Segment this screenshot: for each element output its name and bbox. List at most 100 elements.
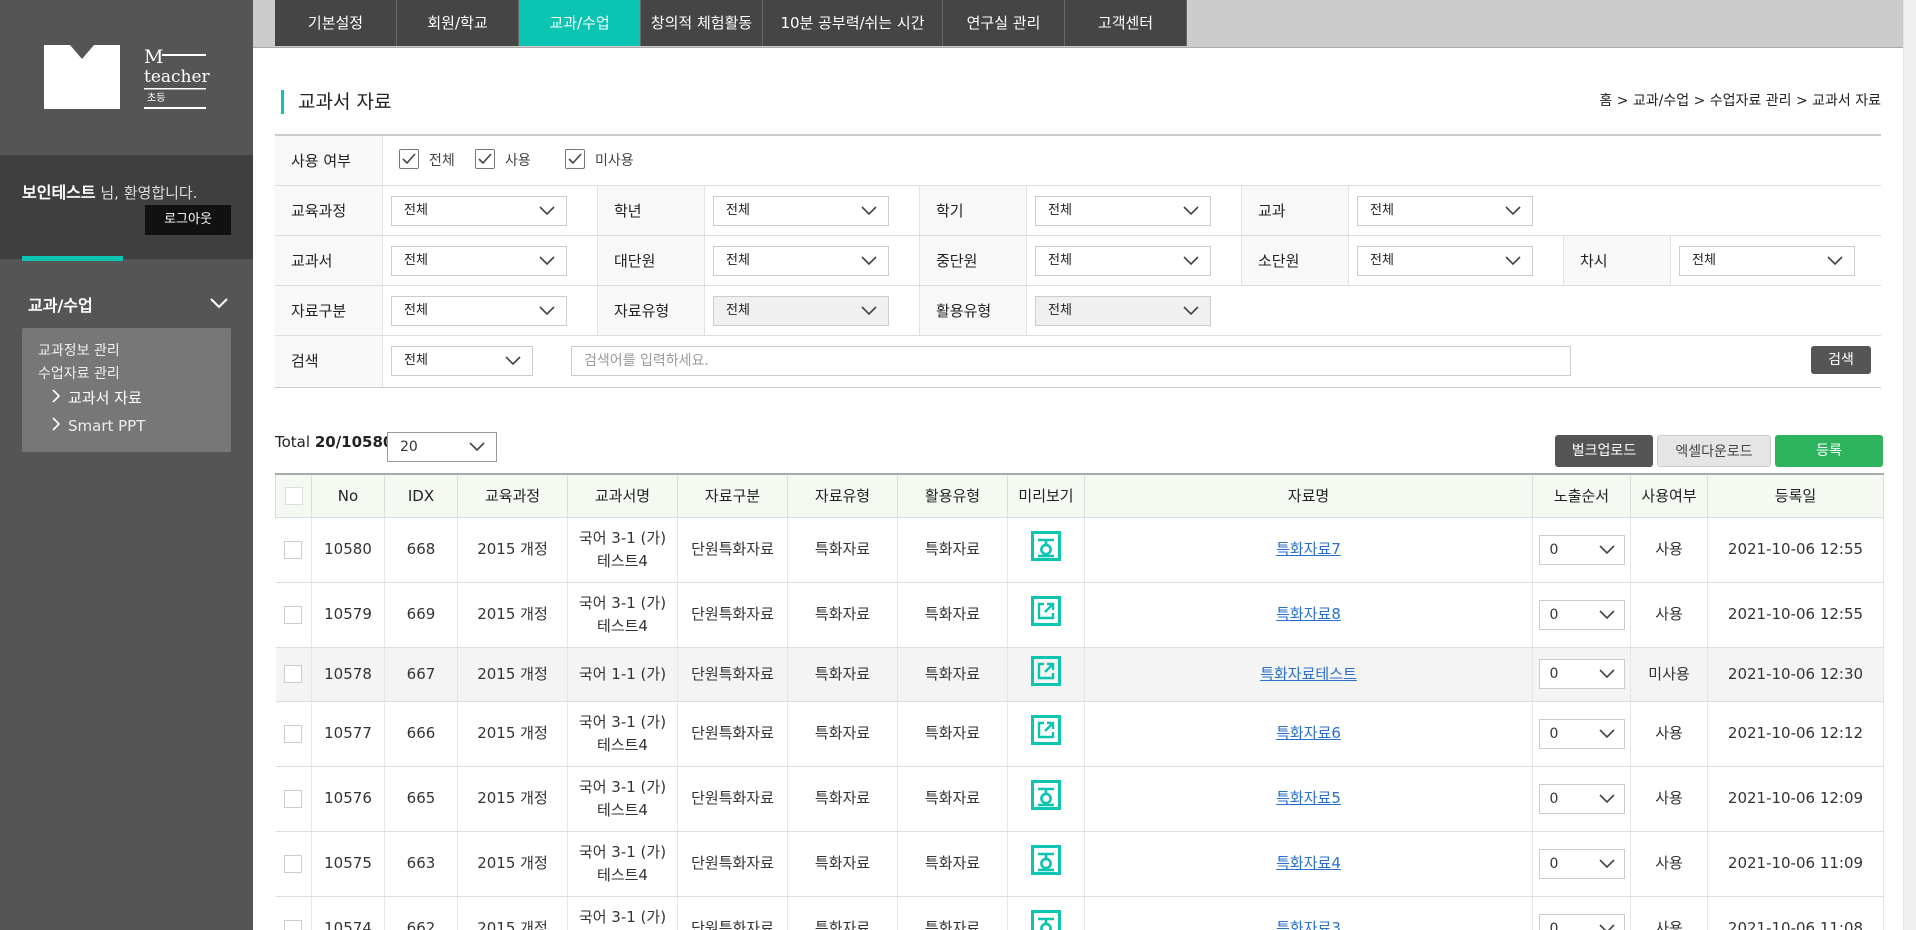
breadcrumb: 홈 > 교과/수업 > 수업자료 관리 > 교과서 자료 — [1599, 93, 1881, 109]
table-row[interactable]: 10579 669 2015 개정 국어 3-1 (가) 테스트4 단원특화자료 특화자료 특… — [275, 582, 1884, 648]
order-select[interactable]: 0 — [1538, 913, 1625, 930]
submenu-item-subject-info[interactable]: 교과정보 관리 — [38, 340, 120, 360]
textbook-select[interactable]: 전체 — [391, 246, 567, 276]
row-select-cell[interactable] — [275, 517, 312, 583]
textbook-name: 국어 3-1 (가) — [578, 907, 667, 926]
row-select-cell[interactable] — [275, 701, 312, 767]
checkbox-used[interactable]: 사용 — [475, 149, 531, 171]
table-row[interactable]: 10578 667 2015 개정 국어 1-1 (가) 단원특화자료 특화자료 특화자료 특… — [275, 647, 1884, 702]
small-unit-select[interactable]: 전체 — [1357, 246, 1533, 276]
cell-order: 0 — [1532, 701, 1631, 767]
search-button[interactable]: 검색 — [1811, 346, 1871, 374]
semester-select[interactable]: 전체 — [1035, 196, 1211, 226]
cell-material-type: 특화자료 — [787, 517, 898, 583]
row-select-cell[interactable] — [275, 831, 312, 897]
mid-unit-select[interactable]: 전체 — [1035, 246, 1211, 276]
register-button[interactable]: 등록 — [1775, 435, 1883, 467]
order-select[interactable]: 0 — [1538, 848, 1625, 879]
submenu-item-smart-ppt[interactable]: Smart PPT — [52, 417, 145, 435]
logout-button[interactable]: 로그아웃 — [145, 205, 231, 235]
external-link-preview-icon[interactable] — [1031, 596, 1061, 633]
tab-study-break[interactable]: 10분 공부력/쉬는 시간 — [763, 0, 943, 46]
grade-label: 학년 — [597, 186, 705, 235]
row-select-cell[interactable] — [275, 766, 312, 832]
material-type-select[interactable]: 전체 — [713, 296, 889, 326]
page-size-select[interactable]: 20 — [387, 432, 497, 462]
submenu-item-textbook-material[interactable]: 교과서 자료 — [52, 387, 142, 408]
order-select[interactable]: 0 — [1538, 534, 1625, 565]
cell-usage: 사용 — [1630, 517, 1708, 583]
material-name-link[interactable]: 특화자료5 — [1276, 789, 1341, 807]
tab-customer-center[interactable]: 고객센터 — [1065, 0, 1187, 46]
m-teacher-logo[interactable]: M teacher 초등 — [44, 45, 211, 111]
external-link-preview-icon[interactable] — [1031, 715, 1061, 752]
header-select-all[interactable] — [275, 473, 312, 518]
cell-idx: 668 — [384, 517, 458, 583]
submenu-item-material[interactable]: 수업자료 관리 — [38, 363, 120, 383]
period-select[interactable]: 전체 — [1679, 246, 1855, 276]
chevron-down-icon — [1504, 201, 1522, 230]
order-select[interactable]: 0 — [1538, 783, 1625, 814]
usage-type-select[interactable]: 전체 — [1035, 296, 1211, 326]
tab-lab-management[interactable]: 연구실 관리 — [943, 0, 1065, 46]
select-value: 전체 — [1370, 203, 1394, 218]
material-name-link[interactable]: 특화자료테스트 — [1260, 665, 1357, 683]
order-select[interactable]: 0 — [1538, 599, 1625, 630]
row-checkbox[interactable] — [284, 540, 303, 559]
cell-material-div: 단원특화자료 — [677, 766, 788, 832]
external-link-preview-icon[interactable] — [1031, 655, 1061, 693]
checkbox-unused[interactable]: 미사용 — [565, 149, 634, 171]
cell-material-type: 특화자료 — [787, 766, 898, 832]
download-preview-icon[interactable] — [1031, 910, 1061, 930]
table-row[interactable]: 105746622015 개정국어 3-1 (가)테스트4단원특화자료특화자료특… — [275, 896, 1884, 930]
material-name-link[interactable]: 특화자료8 — [1276, 605, 1341, 623]
bulk-upload-button[interactable]: 벌크업로드 — [1555, 435, 1653, 467]
grade-select[interactable]: 전체 — [713, 196, 889, 226]
order-select[interactable]: 0 — [1538, 659, 1625, 689]
big-unit-select[interactable]: 전체 — [713, 246, 889, 276]
vertical-scrollbar[interactable] — [1903, 0, 1916, 930]
search-type-select[interactable]: 전체 — [391, 346, 533, 376]
row-checkbox[interactable] — [284, 919, 303, 930]
download-preview-icon[interactable] — [1031, 780, 1061, 817]
table-row[interactable]: 10580 668 2015 개정 국어 3-1 (가) 테스트4 단원특화자료 특화자료 특… — [275, 517, 1884, 583]
material-name-link[interactable]: 특화자료6 — [1276, 724, 1341, 742]
table-row[interactable]: 10576 665 2015 개정 국어 3-1 (가) 테스트4 단원특화자료 특화자료 특… — [275, 766, 1884, 832]
row-select-cell[interactable] — [275, 647, 312, 702]
material-name-link[interactable]: 특화자료7 — [1276, 540, 1341, 558]
select-all-checkbox[interactable] — [284, 487, 303, 505]
row-checkbox[interactable] — [284, 605, 303, 624]
material-name-link[interactable]: 특화자료4 — [1276, 854, 1341, 872]
header-material-div: 자료구분 — [677, 473, 788, 518]
checkbox-all[interactable]: 전체 — [399, 149, 455, 171]
tab-basic-settings[interactable]: 기본설정 — [275, 0, 397, 46]
excel-download-button[interactable]: 엑셀다운로드 — [1657, 435, 1771, 467]
order-select[interactable]: 0 — [1538, 718, 1625, 749]
subject-select[interactable]: 전체 — [1357, 196, 1533, 226]
cell-order: 0 — [1532, 647, 1631, 702]
row-checkbox[interactable] — [284, 724, 303, 743]
cell-order: 0 — [1532, 517, 1631, 583]
tab-class[interactable]: 교과/수업 — [519, 0, 641, 46]
chevron-down-icon — [1826, 251, 1844, 280]
chevron-down-icon — [860, 301, 878, 330]
menu-head-class[interactable]: 교과/수업 — [28, 292, 228, 316]
download-preview-icon[interactable] — [1031, 531, 1061, 568]
curriculum-select[interactable]: 전체 — [391, 196, 567, 226]
chevron-right-icon — [52, 417, 61, 435]
table-row[interactable]: 10577 666 2015 개정 국어 3-1 (가) 테스트4 단원특화자료 특화자료 특… — [275, 701, 1884, 767]
search-input[interactable] — [571, 346, 1571, 376]
row-checkbox[interactable] — [284, 789, 303, 808]
tab-creative-activity[interactable]: 창의적 체험활동 — [641, 0, 763, 46]
material-div-select[interactable]: 전체 — [391, 296, 567, 326]
material-name-link[interactable]: 특화자료3 — [1276, 919, 1341, 930]
cell-material-name: 특화자료테스트 — [1084, 647, 1533, 702]
row-checkbox[interactable] — [284, 665, 303, 683]
row-checkbox[interactable] — [284, 854, 303, 873]
tab-members-school[interactable]: 회원/학교 — [397, 0, 519, 46]
download-preview-icon[interactable] — [1031, 845, 1061, 882]
table-row[interactable]: 10575 663 2015 개정 국어 3-1 (가) 테스트4 단원특화자료 특화자료 특… — [275, 831, 1884, 897]
textbook-sub: 테스트4 — [597, 865, 648, 884]
row-select-cell[interactable] — [275, 582, 312, 648]
row-select-cell[interactable] — [275, 896, 312, 930]
